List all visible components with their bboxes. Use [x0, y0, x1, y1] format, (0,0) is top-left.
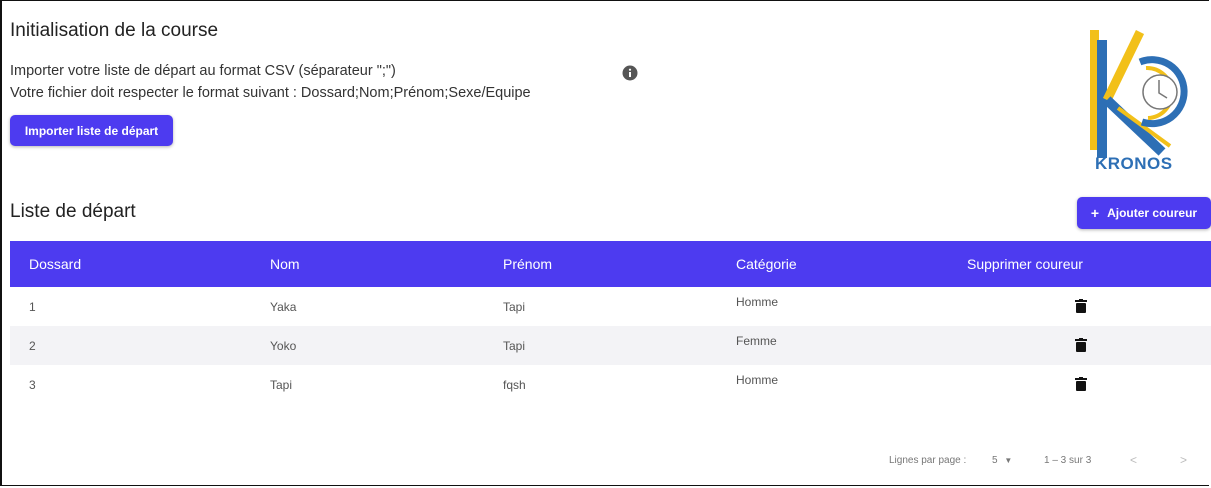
cell-nom: Yoko — [270, 338, 297, 353]
cell-categorie: Homme — [736, 295, 779, 309]
column-header-categorie[interactable]: Catégorie — [727, 256, 959, 272]
import-start-list-button[interactable]: Importer liste de départ — [10, 115, 173, 146]
chevron-down-icon: ▼ — [1004, 456, 1013, 465]
start-list-table: Dossard Nom Prénom Catégorie Supprimer c… — [10, 241, 1211, 404]
table-header: Dossard Nom Prénom Catégorie Supprimer c… — [10, 241, 1211, 287]
column-header-dossard[interactable]: Dossard — [10, 256, 260, 272]
cell-nom: Yaka — [270, 299, 297, 314]
table-row: 2 Yoko Tapi Femme — [10, 326, 1211, 365]
import-description-line-2: Votre fichier doit respecter le format s… — [10, 85, 531, 101]
cell-prenom: Tapi — [503, 299, 526, 314]
page-title: Initialisation de la course — [10, 20, 219, 41]
info-icon[interactable] — [622, 65, 638, 81]
trash-icon[interactable] — [1075, 376, 1087, 391]
table-row: 1 Yaka Tapi Homme — [10, 287, 1211, 326]
cell-dossard: 2 — [29, 338, 36, 353]
section-title: Liste de départ — [10, 201, 136, 222]
rows-per-page-value: 5 — [992, 455, 998, 466]
cell-dossard: 1 — [29, 299, 36, 314]
cell-prenom: fqsh — [503, 377, 526, 392]
cell-nom: Tapi — [270, 377, 293, 392]
trash-icon[interactable] — [1075, 337, 1087, 352]
prev-page-icon[interactable]: < — [1130, 453, 1137, 467]
trash-icon[interactable] — [1075, 298, 1087, 313]
column-header-nom[interactable]: Nom — [260, 256, 494, 272]
logo-text: KRONOS — [1095, 154, 1173, 173]
rows-per-page-select[interactable]: 5 ▼ — [992, 455, 1012, 466]
add-runner-button[interactable]: + Ajouter coureur — [1077, 197, 1211, 229]
cell-prenom: Tapi — [503, 338, 526, 353]
next-page-icon[interactable]: > — [1180, 453, 1187, 467]
table-row: 3 Tapi fqsh Homme — [10, 365, 1211, 404]
import-description-line-1: Importer votre liste de départ au format… — [10, 63, 396, 79]
pagination-range: 1 – 3 sur 3 — [1044, 455, 1092, 466]
cell-categorie: Femme — [736, 334, 777, 348]
cell-dossard: 3 — [29, 377, 36, 392]
add-runner-label: Ajouter coureur — [1107, 206, 1198, 220]
column-header-supprimer: Supprimer coureur — [967, 256, 1083, 272]
column-header-prenom[interactable]: Prénom — [494, 256, 727, 272]
rows-per-page-label: Lignes par page : — [889, 455, 967, 466]
import-description: Importer votre liste de départ au format… — [10, 60, 531, 104]
plus-icon: + — [1090, 205, 1100, 221]
cell-categorie: Homme — [736, 373, 779, 387]
